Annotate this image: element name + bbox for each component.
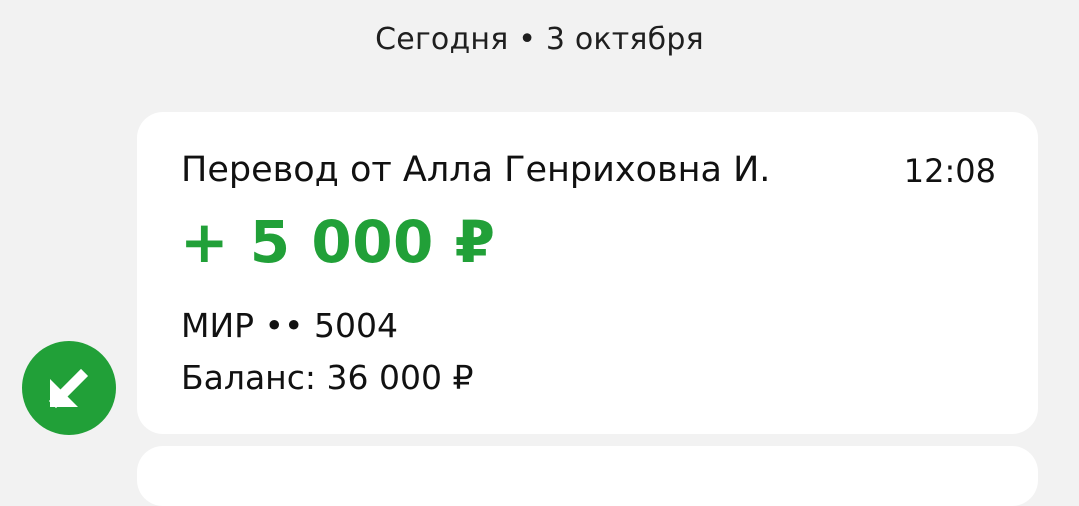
transaction-title: Перевод от Алла Генриховна И. (181, 150, 771, 190)
transaction-amount: + 5 000 ₽ (180, 208, 496, 276)
arrow-down-left-icon (48, 368, 89, 409)
balance-info: Баланс: 36 000 ₽ (181, 358, 474, 397)
date-header: Сегодня • 3 октября (375, 22, 704, 57)
card-info: МИР •• 5004 (181, 306, 398, 345)
transaction-card[interactable]: Перевод от Алла Генриховна И. 12:08 + 5 … (137, 112, 1038, 434)
transaction-time: 12:08 (903, 152, 996, 190)
next-transaction-card[interactable] (137, 446, 1038, 506)
incoming-arrow-icon (22, 341, 116, 435)
